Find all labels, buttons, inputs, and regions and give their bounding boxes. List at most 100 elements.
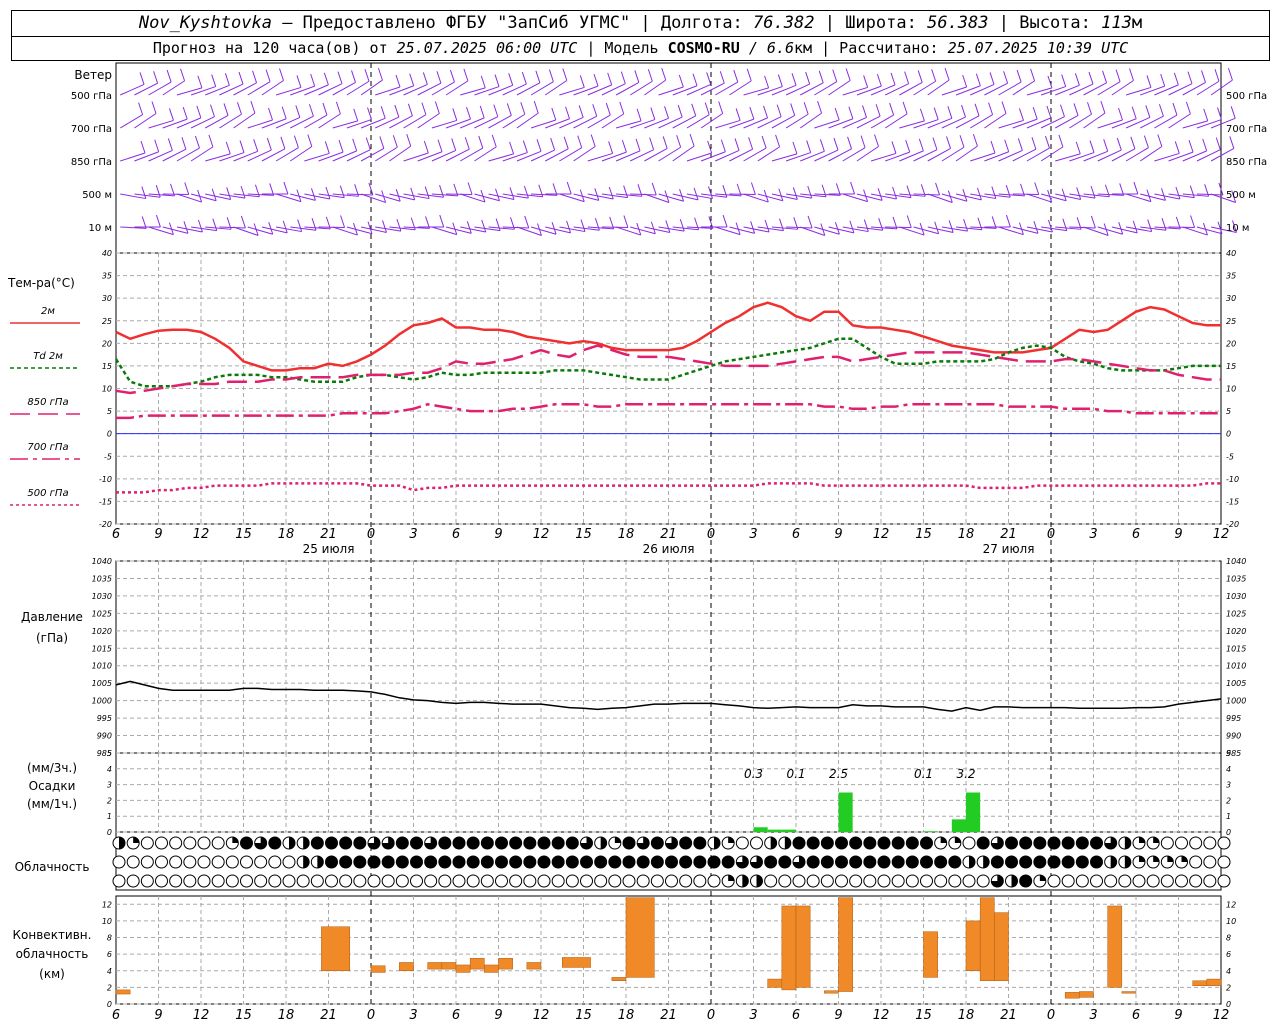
- ytick-right: 1010: [1226, 662, 1246, 671]
- ytick-right: 3: [1226, 781, 1231, 790]
- wind-barb: [474, 218, 501, 232]
- cloud-fill: [396, 837, 409, 849]
- xtick-hour: 9: [1174, 1008, 1182, 1023]
- wind-barb: [502, 102, 526, 129]
- wind-barb: [1196, 221, 1223, 235]
- cloud-symbol: [1217, 855, 1231, 869]
- cloud-symbol: [1189, 855, 1203, 869]
- cloud-fill: [614, 837, 621, 843]
- conv-bar: [1121, 991, 1137, 994]
- conv-bar: [484, 964, 499, 973]
- cloud-symbol: [183, 836, 197, 850]
- wind-barb: [757, 188, 784, 202]
- cloud-fill: [708, 856, 720, 868]
- wind-barb: [828, 220, 855, 234]
- wind-barb: [913, 182, 941, 196]
- cloud-fill: [1019, 875, 1032, 887]
- ytick-right: 12: [1226, 900, 1236, 909]
- precip-total-label: 0.3: [744, 767, 763, 781]
- cloud-fill: [784, 837, 791, 849]
- wind-barb: [913, 221, 940, 235]
- cloud-fill: [467, 856, 480, 868]
- xtick-hour: 15: [915, 1008, 932, 1023]
- wind-barb: [1055, 187, 1082, 200]
- ytick-left: 1020: [92, 627, 112, 636]
- precip-bar: [838, 792, 853, 832]
- wind-barb: [743, 219, 770, 233]
- legend-label: 850 гПа: [27, 397, 68, 408]
- cloud-fill: [594, 856, 607, 868]
- cloud-fill: [714, 837, 720, 849]
- xtick-hour: 3: [409, 1008, 417, 1023]
- cloud-fill: [424, 856, 437, 868]
- wind-barb: [1168, 101, 1191, 129]
- cloud-fill: [1019, 856, 1032, 868]
- cloud-symbol: [863, 874, 877, 888]
- wind-barb: [1069, 185, 1096, 199]
- precip-bar: [966, 792, 981, 832]
- cloud-fill: [1076, 856, 1089, 868]
- cloud-fill: [977, 837, 990, 849]
- xtick-hour: 15: [235, 527, 252, 542]
- ytick-right: 2: [1226, 983, 1231, 992]
- cloud-symbol: [410, 874, 423, 888]
- wind-barb: [1083, 223, 1109, 236]
- xtick-hour: 6: [1132, 1008, 1140, 1023]
- cloud-symbol: [495, 874, 508, 888]
- precip-title: Осадки: [29, 779, 76, 793]
- xtick-hour: 6: [792, 527, 800, 542]
- wind-barb: [417, 185, 445, 198]
- cloud-fill: [722, 856, 735, 868]
- ytick-right: -5: [1226, 452, 1234, 461]
- cloud-symbol: [197, 855, 211, 869]
- cloud-fill: [1011, 875, 1018, 887]
- ytick-left: 1025: [92, 609, 112, 618]
- xtick-hour: 21: [1000, 1008, 1017, 1023]
- cloud-cover-symbols: [112, 836, 1231, 888]
- precip-total-label: 0.1: [786, 767, 805, 781]
- cloud-symbol: [877, 874, 891, 888]
- precip-total-label: 3.2: [956, 767, 975, 781]
- wind-barb: [701, 214, 728, 228]
- cloud-fill: [651, 856, 664, 868]
- ytick-left: 3: [107, 781, 112, 790]
- ytick-right: 1015: [1226, 644, 1246, 653]
- cloud-symbol: [282, 874, 296, 888]
- cloud-fill: [368, 856, 380, 868]
- cloud-fill: [849, 837, 862, 849]
- cloud-symbol: [395, 874, 409, 888]
- wind-barb: [672, 133, 695, 162]
- cloud-symbol: [835, 874, 848, 888]
- ytick-right: 1: [1226, 812, 1231, 821]
- conv-title-1: Конвективн.: [13, 928, 92, 942]
- cloud-fill: [764, 856, 777, 868]
- cloud-fill: [523, 856, 536, 868]
- precip-bar: [753, 827, 768, 832]
- ytick-left: 1: [107, 812, 112, 821]
- wind-barb: [190, 188, 217, 202]
- wind-barb: [360, 190, 387, 203]
- wind-barb: [1083, 184, 1110, 198]
- cloud-fill: [382, 856, 395, 868]
- xtick-hour: 15: [575, 1008, 592, 1023]
- conv-bar: [979, 897, 995, 981]
- xtick-hour: 3: [749, 1008, 757, 1023]
- ytick-right: 15: [1226, 362, 1236, 371]
- wind-barb: [545, 181, 572, 195]
- cloud-symbol: [806, 874, 820, 888]
- cloud-symbol: [254, 874, 268, 888]
- cloud-fill: [878, 856, 890, 868]
- ytick-left: 2: [107, 983, 112, 992]
- cloud-fill: [232, 837, 239, 843]
- cloud-fill: [495, 837, 508, 849]
- pressure-title: Давление: [21, 610, 83, 624]
- cloud-fill: [969, 856, 975, 868]
- xtick-hour: 12: [873, 1008, 890, 1023]
- wind-barb: [1111, 220, 1138, 234]
- xtick-hour: 15: [915, 527, 932, 542]
- cloud-fill: [600, 837, 607, 849]
- wind-barb: [601, 215, 629, 228]
- wind-barb: [346, 221, 373, 235]
- cloud-fill: [1139, 856, 1145, 862]
- cloud-symbol: [211, 855, 225, 869]
